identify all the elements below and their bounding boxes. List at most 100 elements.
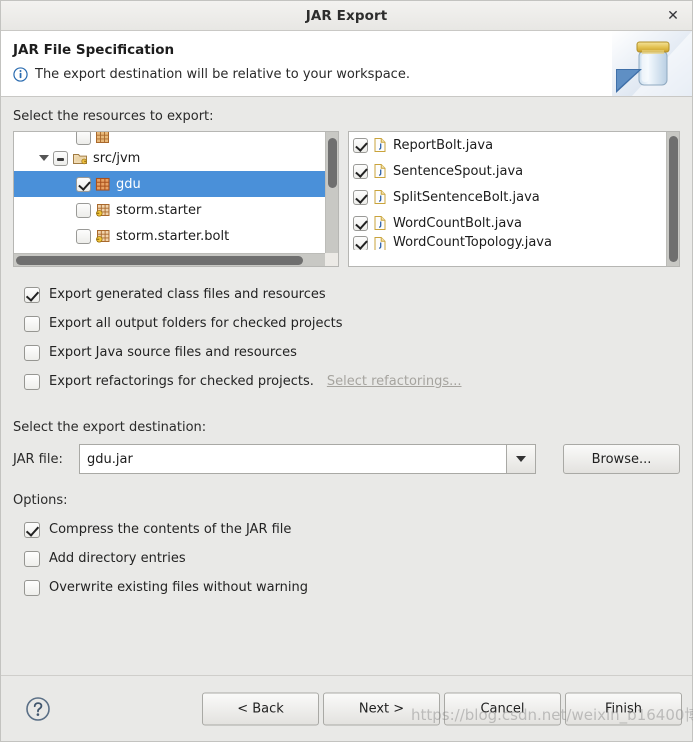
tree-row-checkbox[interactable]: [76, 228, 91, 244]
chevron-down-icon[interactable]: [506, 444, 536, 474]
jar-file-input[interactable]: [79, 444, 506, 474]
destination-label: Select the export destination:: [13, 420, 207, 435]
option-checkbox[interactable]: [24, 315, 40, 332]
tree-row-checkbox[interactable]: [76, 132, 91, 145]
resource-file-pane[interactable]: ReportBolt.java SentenceSpout.java Split…: [348, 131, 680, 267]
options-label: Options:: [13, 493, 68, 508]
option-checkbox[interactable]: [24, 550, 40, 567]
tree-vertical-scroll-thumb[interactable]: [328, 138, 337, 188]
option-export-all-output-folders[interactable]: Export all output folders for checked pr…: [13, 309, 680, 338]
option-export-generated-class-files[interactable]: Export generated class files and resourc…: [13, 280, 680, 309]
package-icon: [96, 132, 109, 143]
package-warning-icon: [96, 230, 110, 243]
cancel-button[interactable]: Cancel: [444, 692, 561, 725]
help-question-icon[interactable]: [25, 696, 51, 722]
list-item-checkbox[interactable]: [353, 215, 368, 231]
option-checkbox[interactable]: [24, 373, 40, 390]
source-folder-icon: [73, 154, 87, 165]
tree-row-src-jvm[interactable]: src/jvm: [14, 145, 326, 171]
option-checkbox[interactable]: [24, 286, 40, 303]
tree-row-label: storm.starter.bolt: [116, 228, 230, 244]
tree-row-checkbox[interactable]: [76, 176, 91, 192]
option-label: Export refactorings for checked projects…: [49, 374, 314, 389]
tree-row[interactable]: [14, 132, 326, 145]
list-item[interactable]: WordCountTopology.java: [349, 236, 667, 250]
package-icon: [95, 177, 110, 191]
resource-tree[interactable]: src/jvm gdu storm.starter storm.starter.…: [14, 132, 326, 253]
list-item-label: WordCountTopology.java: [393, 236, 552, 250]
file-list-vertical-scroll-thumb[interactable]: [669, 136, 678, 262]
jar-file-row: JAR file: Browse...: [13, 444, 680, 474]
jar-export-banner-icon: [612, 31, 692, 96]
jar-export-dialog: JAR Export ✕ JAR File Specification The …: [0, 0, 693, 742]
list-item-label: SentenceSpout.java: [393, 163, 524, 179]
list-item-checkbox[interactable]: [353, 137, 368, 153]
options-group: Compress the contents of the JAR file Ad…: [13, 515, 680, 602]
tree-row-gdu[interactable]: gdu: [14, 171, 326, 197]
banner-message-line: The export destination will be relative …: [13, 67, 692, 82]
dialog-body: Select the resources to export: src/jvm …: [1, 97, 692, 675]
option-label: Export generated class files and resourc…: [49, 287, 326, 302]
option-add-directory-entries[interactable]: Add directory entries: [13, 544, 680, 573]
back-button[interactable]: < Back: [202, 692, 319, 725]
list-item-checkbox[interactable]: [353, 189, 368, 205]
option-overwrite-existing-files[interactable]: Overwrite existing files without warning: [13, 573, 680, 602]
option-label: Overwrite existing files without warning: [49, 580, 309, 595]
list-item[interactable]: SplitSentenceBolt.java: [349, 184, 667, 210]
title-bar: JAR Export ✕: [1, 1, 692, 31]
destination-group: Select the export destination: JAR file:…: [13, 420, 680, 474]
resources-label: Select the resources to export:: [13, 109, 214, 124]
close-icon[interactable]: ✕: [662, 5, 684, 27]
tree-horizontal-scrollbar[interactable]: [14, 253, 325, 266]
option-checkbox[interactable]: [24, 344, 40, 361]
browse-button[interactable]: Browse...: [563, 444, 680, 474]
tree-row-checkbox[interactable]: [53, 150, 68, 166]
option-export-java-source-files[interactable]: Export Java source files and resources: [13, 338, 680, 367]
list-item[interactable]: SentenceSpout.java: [349, 158, 667, 184]
option-checkbox[interactable]: [24, 579, 40, 596]
option-checkbox[interactable]: [24, 521, 40, 538]
tree-vertical-scrollbar[interactable]: [325, 132, 338, 253]
export-options-group: Export generated class files and resourc…: [13, 280, 680, 396]
java-file-icon: [374, 138, 386, 152]
banner: JAR File Specification The export destin…: [1, 31, 692, 97]
java-file-icon: [374, 237, 386, 250]
jar-file-label: JAR file:: [13, 451, 63, 467]
list-item[interactable]: ReportBolt.java: [349, 132, 667, 158]
tree-row-checkbox[interactable]: [76, 202, 91, 218]
option-compress-jar[interactable]: Compress the contents of the JAR file: [13, 515, 680, 544]
resource-file-list[interactable]: ReportBolt.java SentenceSpout.java Split…: [349, 132, 667, 266]
jar-file-combo[interactable]: [79, 444, 536, 474]
tree-row-label: src/jvm: [93, 150, 141, 166]
info-circle-icon: [13, 67, 28, 82]
dialog-footer: < Back Next > Cancel Finish https://blog…: [1, 675, 693, 741]
java-file-icon: [374, 164, 386, 178]
tree-row-label: storm.starter: [116, 202, 202, 218]
java-file-icon: [374, 216, 386, 230]
list-item-label: WordCountBolt.java: [393, 215, 522, 231]
tree-horizontal-scroll-thumb[interactable]: [16, 256, 303, 265]
tree-row-storm-starter[interactable]: storm.starter: [14, 197, 326, 223]
tree-row-label: gdu: [116, 176, 141, 192]
option-label: Add directory entries: [49, 551, 186, 566]
option-label: Export Java source files and resources: [49, 345, 297, 360]
list-item[interactable]: WordCountBolt.java: [349, 210, 667, 236]
list-item-label: SplitSentenceBolt.java: [393, 189, 540, 205]
next-button[interactable]: Next >: [323, 692, 440, 725]
banner-message: The export destination will be relative …: [35, 67, 410, 82]
resource-tree-pane[interactable]: src/jvm gdu storm.starter storm.starter.…: [13, 131, 339, 267]
page-title: JAR File Specification: [13, 42, 175, 58]
footer-button-group: < Back Next > Cancel Finish: [202, 692, 682, 725]
resource-panes: src/jvm gdu storm.starter storm.starter.…: [13, 131, 680, 267]
package-warning-icon: [96, 204, 110, 217]
finish-button[interactable]: Finish: [565, 692, 682, 725]
option-label: Export all output folders for checked pr…: [49, 316, 343, 331]
list-item-checkbox[interactable]: [353, 236, 368, 250]
chevron-down-icon[interactable]: [36, 150, 52, 166]
tree-row-storm-starter-bolt[interactable]: storm.starter.bolt: [14, 223, 326, 249]
window-title: JAR Export: [305, 7, 388, 24]
list-item-checkbox[interactable]: [353, 163, 368, 179]
file-list-vertical-scrollbar[interactable]: [666, 132, 679, 266]
java-file-icon: [374, 190, 386, 204]
option-export-refactorings[interactable]: Export refactorings for checked projects…: [13, 367, 680, 396]
